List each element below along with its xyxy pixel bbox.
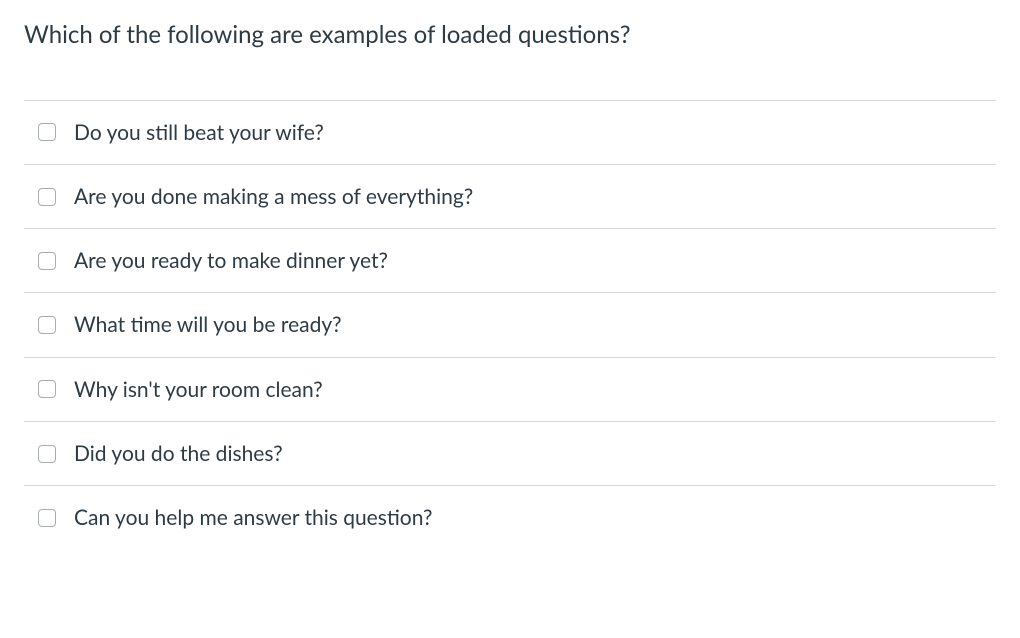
option-row: Can you help me answer this question? — [24, 485, 996, 549]
option-label[interactable]: Why isn't your room clean? — [74, 376, 323, 403]
option-row: Why isn't your room clean? — [24, 357, 996, 421]
option-row: Do you still beat your wife? — [24, 100, 996, 164]
option-label[interactable]: Are you ready to make dinner yet? — [74, 247, 388, 274]
option-row: Did you do the dishes? — [24, 421, 996, 485]
option-row: What time will you be ready? — [24, 292, 996, 356]
option-checkbox-5[interactable] — [38, 445, 56, 463]
option-label[interactable]: Did you do the dishes? — [74, 440, 283, 467]
option-checkbox-4[interactable] — [38, 380, 56, 398]
option-checkbox-6[interactable] — [38, 509, 56, 527]
options-list: Do you still beat your wife? Are you don… — [24, 100, 996, 550]
option-checkbox-3[interactable] — [38, 316, 56, 334]
question-text: Which of the following are examples of l… — [24, 18, 996, 52]
option-label[interactable]: Do you still beat your wife? — [74, 119, 324, 146]
option-checkbox-0[interactable] — [38, 123, 56, 141]
option-label[interactable]: What time will you be ready? — [74, 311, 342, 338]
option-checkbox-2[interactable] — [38, 252, 56, 270]
option-checkbox-1[interactable] — [38, 188, 56, 206]
option-row: Are you ready to make dinner yet? — [24, 228, 996, 292]
option-label[interactable]: Are you done making a mess of everything… — [74, 183, 473, 210]
option-label[interactable]: Can you help me answer this question? — [74, 504, 432, 531]
option-row: Are you done making a mess of everything… — [24, 164, 996, 228]
